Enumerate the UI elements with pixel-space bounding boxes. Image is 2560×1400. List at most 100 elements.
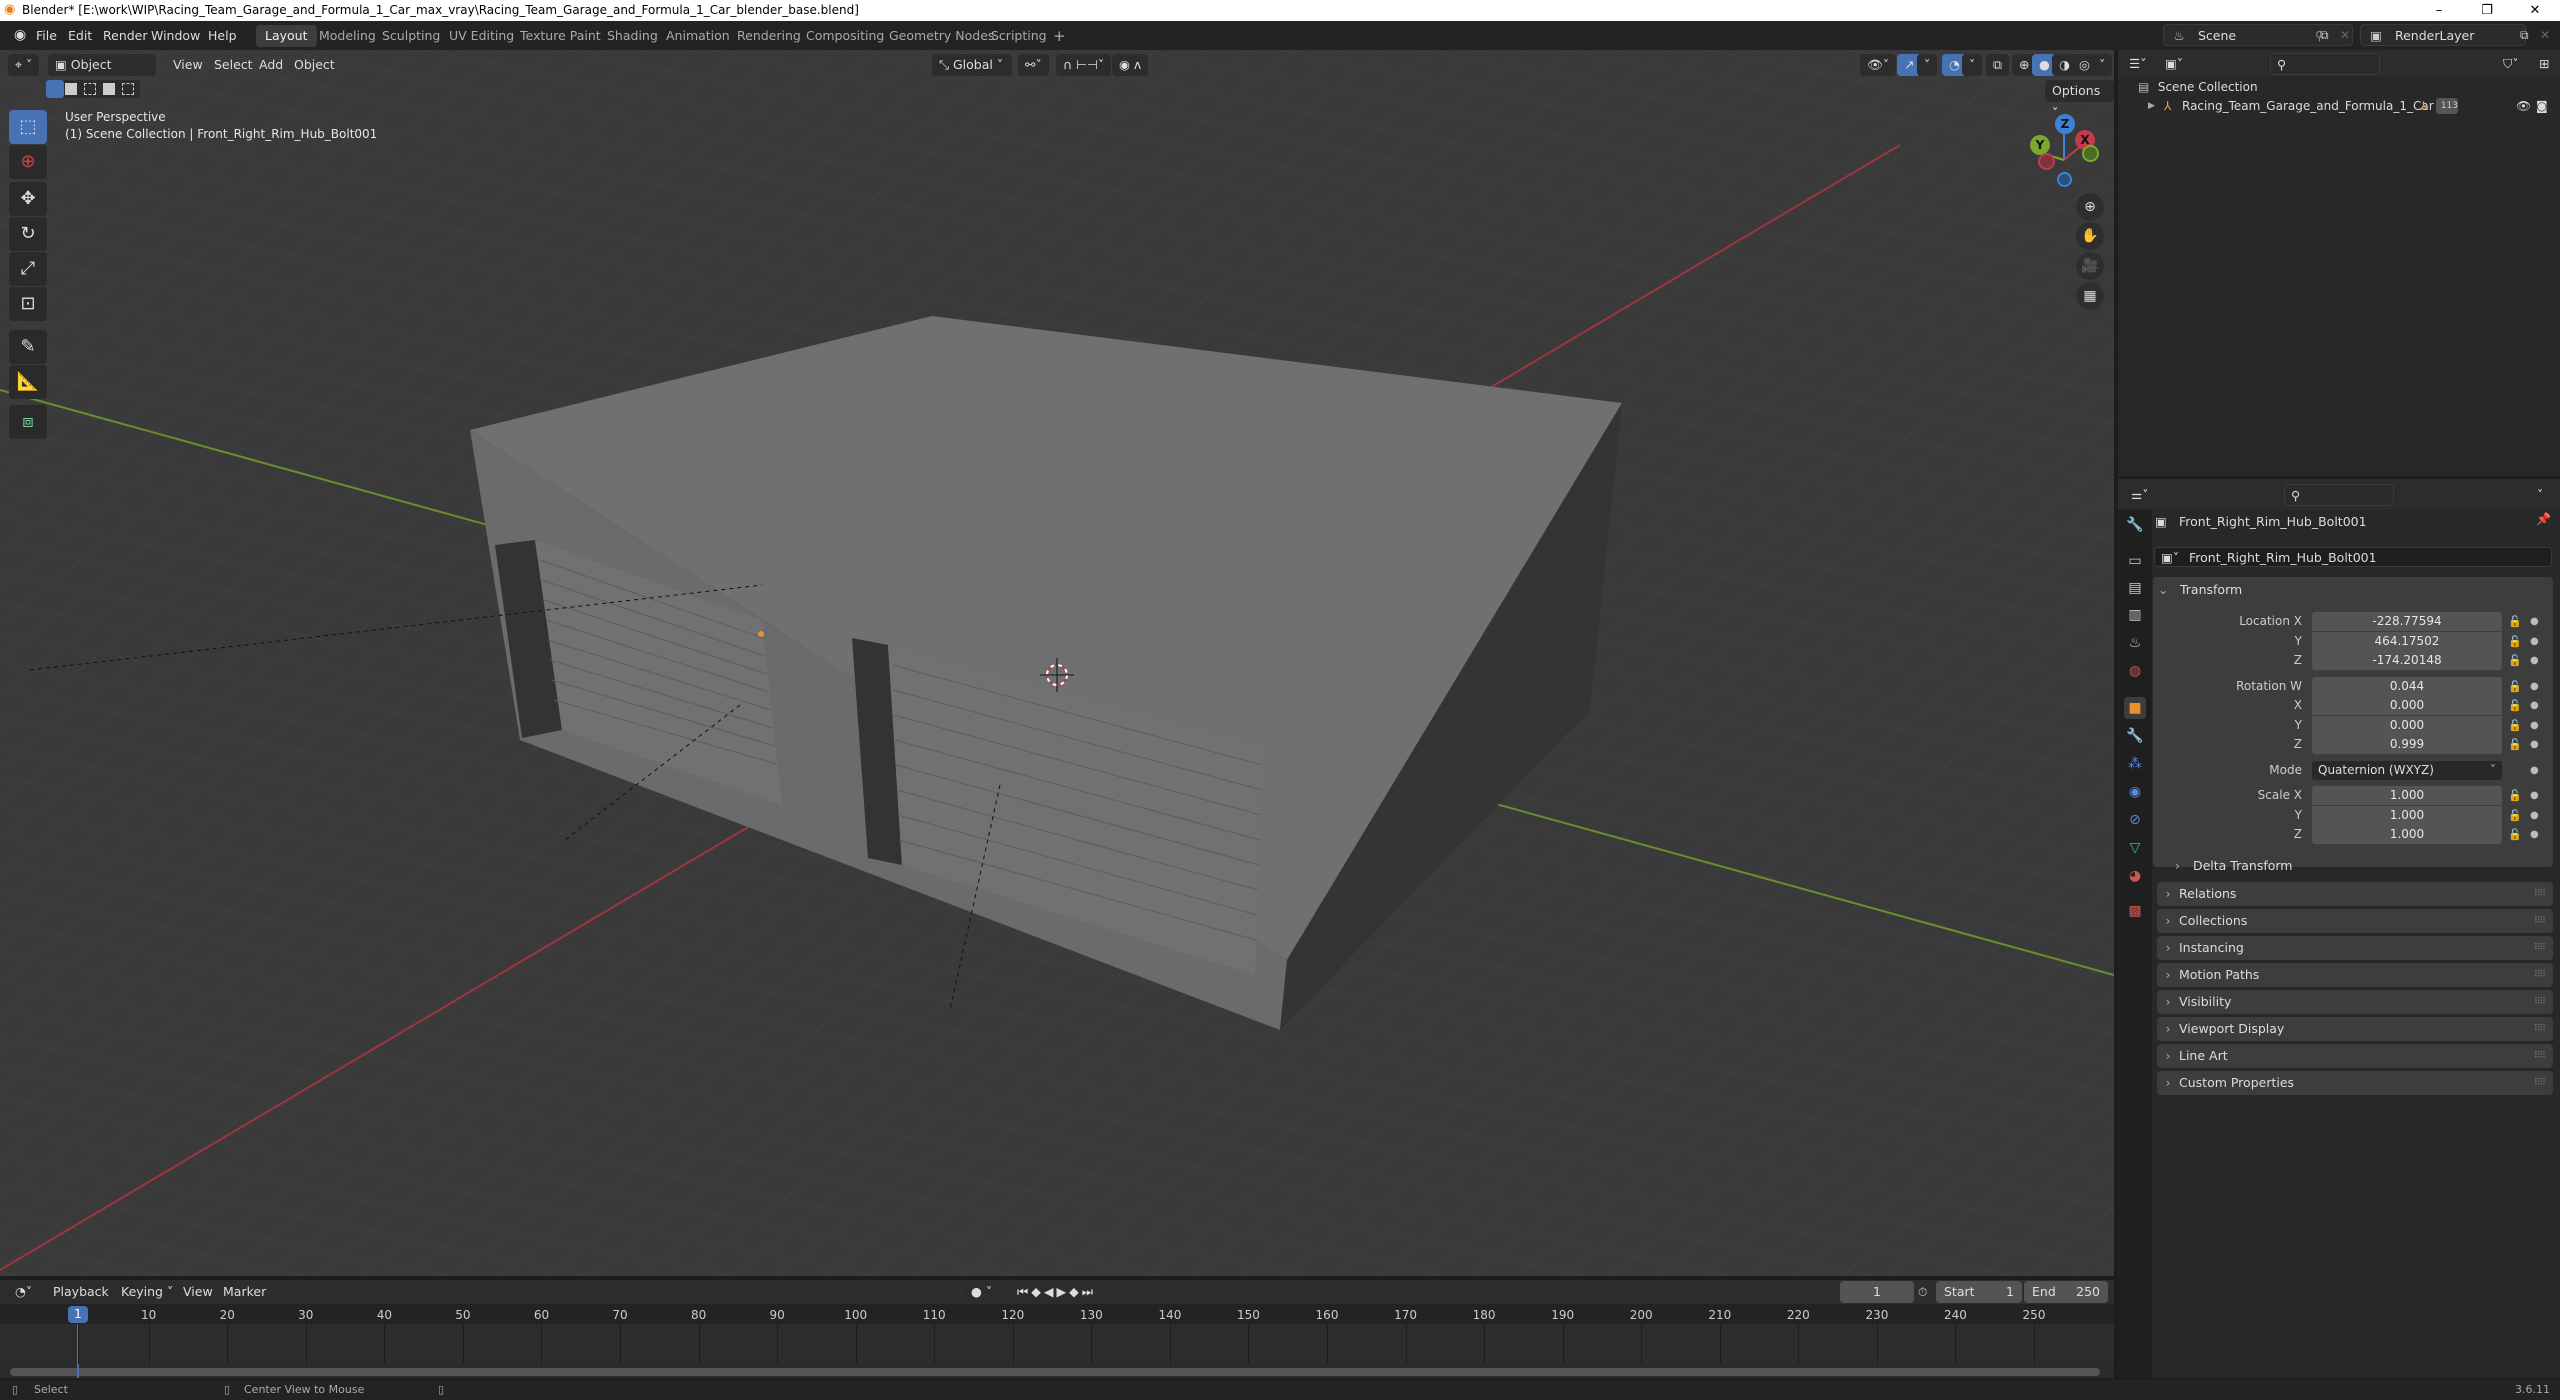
keyframe-dot-icon[interactable]: ●: [2530, 632, 2539, 651]
keyframe-dot-icon[interactable]: ●: [2530, 612, 2539, 631]
menu-view[interactable]: View: [166, 54, 210, 76]
display-mode-selector[interactable]: ▣˅: [2158, 53, 2191, 75]
tool-rotate[interactable]: ↻: [9, 217, 47, 251]
timeline-editor-type[interactable]: ◔˅: [8, 1281, 40, 1303]
start-frame-field[interactable]: Start 1: [1936, 1281, 2022, 1303]
select-invert-icon[interactable]: [103, 83, 115, 95]
tab-object-icon[interactable]: ■: [2124, 697, 2146, 719]
keyframe-dot-icon[interactable]: ●: [2530, 677, 2539, 696]
lock-icon[interactable]: 🔓: [2508, 806, 2524, 825]
tab-constraints-icon[interactable]: ⊘: [2124, 809, 2146, 831]
tab-world-icon[interactable]: ◍: [2124, 660, 2146, 682]
prev-keyframe-icon[interactable]: ◆: [1031, 1284, 1044, 1299]
gizmo-neg-z[interactable]: [2057, 172, 2072, 187]
workspace-tab-sculpting[interactable]: Sculpting: [373, 25, 449, 47]
tab-texture-icon[interactable]: ▩: [2124, 900, 2146, 922]
properties-options-dropdown[interactable]: ˅: [2530, 484, 2551, 506]
add-workspace-button[interactable]: +: [1044, 25, 1075, 47]
lock-icon[interactable]: 🔓: [2508, 735, 2524, 754]
tab-render-icon[interactable]: ▭: [2124, 550, 2146, 572]
outliner-editor-type[interactable]: ☰˅: [2122, 53, 2154, 75]
children-count-badge[interactable]: 113: [2436, 98, 2458, 114]
xray-toggle[interactable]: ⧉: [1986, 54, 2009, 76]
menu-help[interactable]: Help: [200, 21, 245, 50]
keyframe-dot-icon[interactable]: ●: [2530, 806, 2539, 825]
gizmo-neg-x[interactable]: [2038, 153, 2055, 170]
zoom-view-icon[interactable]: ⊕: [2076, 193, 2104, 221]
visibility-eye-icon[interactable]: 👁: [2516, 96, 2531, 116]
snap-toggle[interactable]: ∩ ⊢⊣˅: [1056, 54, 1112, 76]
delete-view-layer-icon[interactable]: ✕: [2540, 24, 2556, 46]
properties-search[interactable]: ⚲: [2284, 484, 2394, 506]
select-subtract-icon[interactable]: [84, 83, 96, 95]
keyframe-dot-icon[interactable]: ●: [2530, 735, 2539, 754]
jump-start-icon[interactable]: ⏮: [1017, 1284, 1031, 1299]
tab-scene-icon[interactable]: ♨: [2124, 632, 2146, 654]
location-x-field[interactable]: -228.77594: [2312, 612, 2502, 631]
tool-scale[interactable]: ⤢: [9, 252, 47, 286]
drag-handle-icon[interactable]: ⠿⠿: [2534, 963, 2546, 987]
workspace-tab-layout[interactable]: Layout: [256, 25, 317, 47]
play-reverse-icon[interactable]: ◀: [1044, 1284, 1057, 1299]
drag-handle-icon[interactable]: ⠿⠿: [2534, 1044, 2546, 1068]
tool-select-box[interactable]: ⬚: [9, 110, 47, 144]
tab-modifiers-icon[interactable]: 🔧: [2124, 725, 2146, 747]
view-layer-selector[interactable]: ▣ RenderLayer: [2360, 24, 2526, 46]
location-y-field[interactable]: 464.17502: [2312, 632, 2502, 651]
drag-handle-icon[interactable]: ⠿⠿: [2534, 909, 2546, 933]
keyframe-dot-icon[interactable]: ●: [2530, 761, 2539, 780]
panel-visibility[interactable]: › Visibility ⠿⠿: [2157, 990, 2553, 1014]
drag-handle-icon[interactable]: ⠿⠿: [2534, 1017, 2546, 1041]
panel-instancing[interactable]: › Instancing ⠿⠿: [2157, 936, 2553, 960]
drag-handle-icon[interactable]: ⠿⠿: [2534, 990, 2546, 1014]
rotation-x-field[interactable]: 0.000: [2312, 696, 2502, 715]
menu-window[interactable]: Window: [143, 21, 208, 50]
outliner-search[interactable]: ⚲: [2270, 53, 2380, 75]
tool-annotate[interactable]: ✎: [9, 330, 47, 364]
visibility-selector[interactable]: 👁˅: [1860, 54, 1897, 76]
menu-object[interactable]: Object: [287, 54, 342, 76]
scale-x-field[interactable]: 1.000: [2312, 786, 2502, 805]
tool-cursor[interactable]: ⊕: [9, 145, 47, 179]
drag-handle-icon[interactable]: ⠿⠿: [2534, 882, 2546, 906]
keyframe-area[interactable]: [0, 1324, 2114, 1364]
drag-handle-icon[interactable]: ⠿⠿: [2534, 936, 2546, 960]
new-view-layer-icon[interactable]: ⧉: [2520, 24, 2538, 46]
pan-view-icon[interactable]: ✋: [2076, 222, 2104, 250]
tool-add-cube[interactable]: ⧈: [9, 405, 47, 439]
next-keyframe-icon[interactable]: ◆: [1069, 1284, 1082, 1299]
workspace-tab-texture-paint[interactable]: Texture Paint: [511, 25, 610, 47]
options-dropdown[interactable]: Options ˅: [2045, 80, 2114, 120]
end-frame-field[interactable]: End 250: [2024, 1281, 2108, 1303]
tab-physics-icon[interactable]: ◉: [2124, 781, 2146, 803]
outliner-scene-collection[interactable]: ▤ Scene Collection: [2138, 78, 2258, 96]
jump-end-icon[interactable]: ⏭: [1082, 1284, 1096, 1299]
proportional-edit-toggle[interactable]: ◉ ʌ: [1112, 54, 1149, 76]
properties-editor-type[interactable]: ⚌˅: [2124, 484, 2156, 506]
rotation-mode-dropdown[interactable]: Quaternion (WXYZ) ˅: [2312, 761, 2502, 780]
scale-y-field[interactable]: 1.000: [2312, 806, 2502, 825]
menu-marker[interactable]: Marker: [216, 1281, 273, 1303]
select-new-icon[interactable]: [46, 80, 64, 98]
rotation-z-field[interactable]: 0.999: [2312, 735, 2502, 754]
lock-icon[interactable]: 🔓: [2508, 612, 2524, 631]
keyframe-dot-icon[interactable]: ●: [2530, 825, 2539, 844]
lock-icon[interactable]: 🔓: [2508, 716, 2524, 735]
minimize-button[interactable]: –: [2416, 0, 2462, 21]
gizmo-z-axis[interactable]: Z: [2055, 114, 2075, 134]
auto-keying-toggle[interactable]: ● ˅: [964, 1281, 1000, 1303]
filter-dropdown[interactable]: ⛉˅: [2496, 53, 2526, 75]
new-collection-button[interactable]: ⊞: [2532, 53, 2557, 75]
rotation-y-field[interactable]: 0.000: [2312, 716, 2502, 735]
location-z-field[interactable]: -174.20148: [2312, 651, 2502, 670]
panel-collections[interactable]: › Collections ⠿⠿: [2157, 909, 2553, 933]
scale-z-field[interactable]: 1.000: [2312, 825, 2502, 844]
expand-arrow-icon[interactable]: ▶: [2148, 96, 2155, 116]
lock-icon[interactable]: 🔓: [2508, 677, 2524, 696]
transform-orientation-selector[interactable]: ⤡ Global ˅: [932, 54, 1012, 76]
rotation-w-field[interactable]: 0.044: [2312, 677, 2502, 696]
timeline-editor[interactable]: ◔˅ Playback ˅ Keying ˅ View Marker ● ˅ ⏮…: [0, 1280, 2114, 1378]
delete-scene-icon[interactable]: ✕: [2340, 24, 2356, 46]
gizmo-dropdown[interactable]: ˅: [1917, 54, 1938, 76]
tab-material-icon[interactable]: ◕: [2124, 865, 2146, 887]
